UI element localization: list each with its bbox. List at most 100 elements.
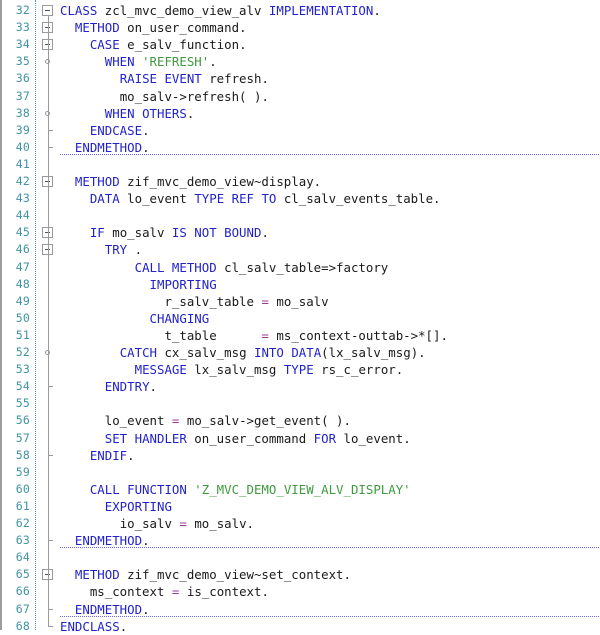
code-token-id: on_user_command: [127, 20, 240, 36]
code-line[interactable]: SET HANDLER on_user_command FOR lo_event…: [60, 430, 600, 447]
code-line[interactable]: WHEN OTHERS.: [60, 105, 600, 122]
code-line[interactable]: METHOD on_user_command.: [60, 19, 600, 36]
code-token-kw: ENDCLASS: [60, 618, 120, 634]
code-token-id: on_user_command: [194, 430, 307, 446]
code-line[interactable]: ENDCASE.: [60, 122, 600, 139]
code-line[interactable]: ENDCLASS.: [60, 618, 600, 635]
code-text-area[interactable]: CLASS zcl_mvc_demo_view_alv IMPLEMENTATI…: [60, 0, 600, 634]
code-line[interactable]: CHANGING: [60, 310, 600, 327]
code-line[interactable]: IMPORTING: [60, 276, 600, 293]
code-token-str: 'REFRESH': [142, 54, 210, 70]
line-number: 60: [15, 481, 30, 496]
code-token-pun: .: [403, 430, 411, 446]
code-token-pun: [179, 413, 186, 428]
code-token-kw: MESSAGE: [134, 362, 187, 378]
code-token-kw: CALL METHOD: [134, 259, 217, 275]
code-line[interactable]: METHOD zif_mvc_demo_view~display.: [60, 173, 600, 190]
code-token-op: =: [179, 516, 187, 531]
code-line[interactable]: ms_context = is_context.: [60, 583, 600, 600]
line-number: 38: [15, 105, 30, 120]
code-token-pun: [60, 311, 150, 326]
line-number: 42: [15, 174, 30, 188]
code-token-pun: .: [142, 139, 150, 155]
code-token-pun: [164, 225, 171, 240]
line-number: 51: [15, 327, 30, 342]
line-number: 40: [15, 139, 30, 154]
code-line[interactable]: CASE e_salv_function.: [60, 36, 600, 53]
code-token-pun: [60, 174, 75, 189]
code-line[interactable]: CALL FUNCTION 'Z_MVC_DEMO_VIEW_ALV_DISPL…: [60, 481, 600, 498]
code-line[interactable]: CLASS zcl_mvc_demo_view_alv IMPLEMENTATI…: [60, 2, 600, 19]
code-line[interactable]: [60, 395, 600, 412]
code-line[interactable]: TRY .: [60, 241, 600, 258]
line-number: 35: [15, 54, 30, 69]
code-line[interactable]: t_table = ms_context-outtab->*[].: [60, 327, 600, 344]
code-token-pun: .: [142, 601, 150, 617]
code-line[interactable]: WHEN 'REFRESH'.: [60, 53, 600, 70]
code-line[interactable]: EXPORTING: [60, 498, 600, 515]
code-line[interactable]: DATA lo_event TYPE REF TO cl_salv_events…: [60, 190, 600, 207]
code-token-pun: .: [373, 3, 381, 18]
code-token-kw: EXPORTING: [104, 498, 172, 514]
code-token-pun: .: [395, 362, 404, 378]
code-token-kw: INTO: [254, 345, 284, 360]
code-token-pun: [306, 431, 313, 446]
code-token-pun: [60, 191, 90, 206]
code-token-kw: ENDMETHOD: [74, 533, 143, 549]
code-token-id: mo_salv->get_event( ): [186, 413, 344, 429]
line-number: 48: [15, 276, 30, 291]
code-token-pun: [217, 328, 262, 343]
code-line[interactable]: CATCH cx_salv_msg INTO DATA(lx_salv_msg)…: [60, 344, 600, 361]
code-line[interactable]: lo_event = mo_salv->get_event( ).: [60, 412, 600, 429]
line-number: 33: [15, 20, 30, 35]
code-token-kw: CALL FUNCTION: [89, 481, 187, 497]
code-token-pun: [60, 20, 75, 35]
code-line[interactable]: ENDIF.: [60, 447, 600, 464]
code-token-pun: .: [261, 584, 269, 600]
line-number: 52: [15, 345, 30, 359]
code-token-kw: ENDCASE: [89, 122, 143, 138]
code-line[interactable]: METHOD zif_mvc_demo_view~set_context.: [60, 566, 600, 583]
code-line[interactable]: MESSAGE lx_salv_msg TYPE rs_c_error.: [60, 361, 600, 378]
code-line[interactable]: CALL METHOD cl_salv_table=>factory: [60, 259, 600, 276]
code-token-pun: [97, 3, 104, 18]
code-token-pun: [60, 225, 90, 240]
code-token-id: lo_event: [127, 191, 187, 207]
code-token-kw: DATA: [291, 345, 322, 360]
code-line[interactable]: [60, 464, 600, 481]
code-token-id: ms_context-outtab->*[]: [276, 327, 441, 343]
code-line[interactable]: IF mo_salv IS NOT BOUND.: [60, 224, 600, 241]
code-token-pun: [60, 448, 90, 463]
code-line[interactable]: [60, 156, 600, 173]
line-number: 37: [15, 88, 30, 103]
line-number: 66: [15, 584, 30, 599]
line-number: 47: [15, 259, 30, 274]
code-token-pun: [60, 345, 120, 360]
code-token-id: mo_salv->refresh( ): [119, 88, 262, 104]
code-token-pun: [60, 37, 90, 52]
code-line[interactable]: mo_salv->refresh( ).: [60, 88, 600, 105]
code-token-pun: [164, 413, 171, 428]
line-number: 55: [15, 396, 30, 411]
code-token-id: lx_salv_msg: [194, 362, 277, 378]
code-editor[interactable]: 32 33 34 35 36 37 38 39 40 41 42 43 44 45 46 47 48 49 50 51…: [0, 0, 600, 634]
code-line[interactable]: RAISE EVENT refresh.: [60, 70, 600, 87]
code-line[interactable]: [60, 549, 600, 566]
line-number: 64: [15, 550, 30, 565]
code-token-pun: [60, 533, 75, 548]
code-token-id: io_salv: [119, 516, 172, 531]
code-token-pun: .: [246, 516, 254, 531]
code-token-id: cl_salv_table=>factory: [224, 259, 389, 275]
code-line[interactable]: ENDTRY.: [60, 378, 600, 395]
code-token-id: lx_salv_msg: [328, 345, 411, 360]
code-token-kw: TRY: [104, 242, 128, 258]
code-folding-gutter[interactable]: [38, 0, 60, 630]
line-number: 61: [15, 498, 30, 513]
code-token-id: zif_mvc_demo_view~set_context: [127, 567, 344, 583]
line-number-gutter: 32 33 34 35 36 37 38 39 40 41 42 43 44 45 46 47 48 49 50 51…: [2, 0, 34, 633]
code-token-pun: .: [343, 413, 351, 429]
code-line[interactable]: [60, 207, 600, 224]
code-line[interactable]: io_salv = mo_salv.: [60, 515, 600, 532]
code-token-kw: SET HANDLER: [104, 430, 187, 446]
code-line[interactable]: r_salv_table = mo_salv: [60, 293, 600, 310]
